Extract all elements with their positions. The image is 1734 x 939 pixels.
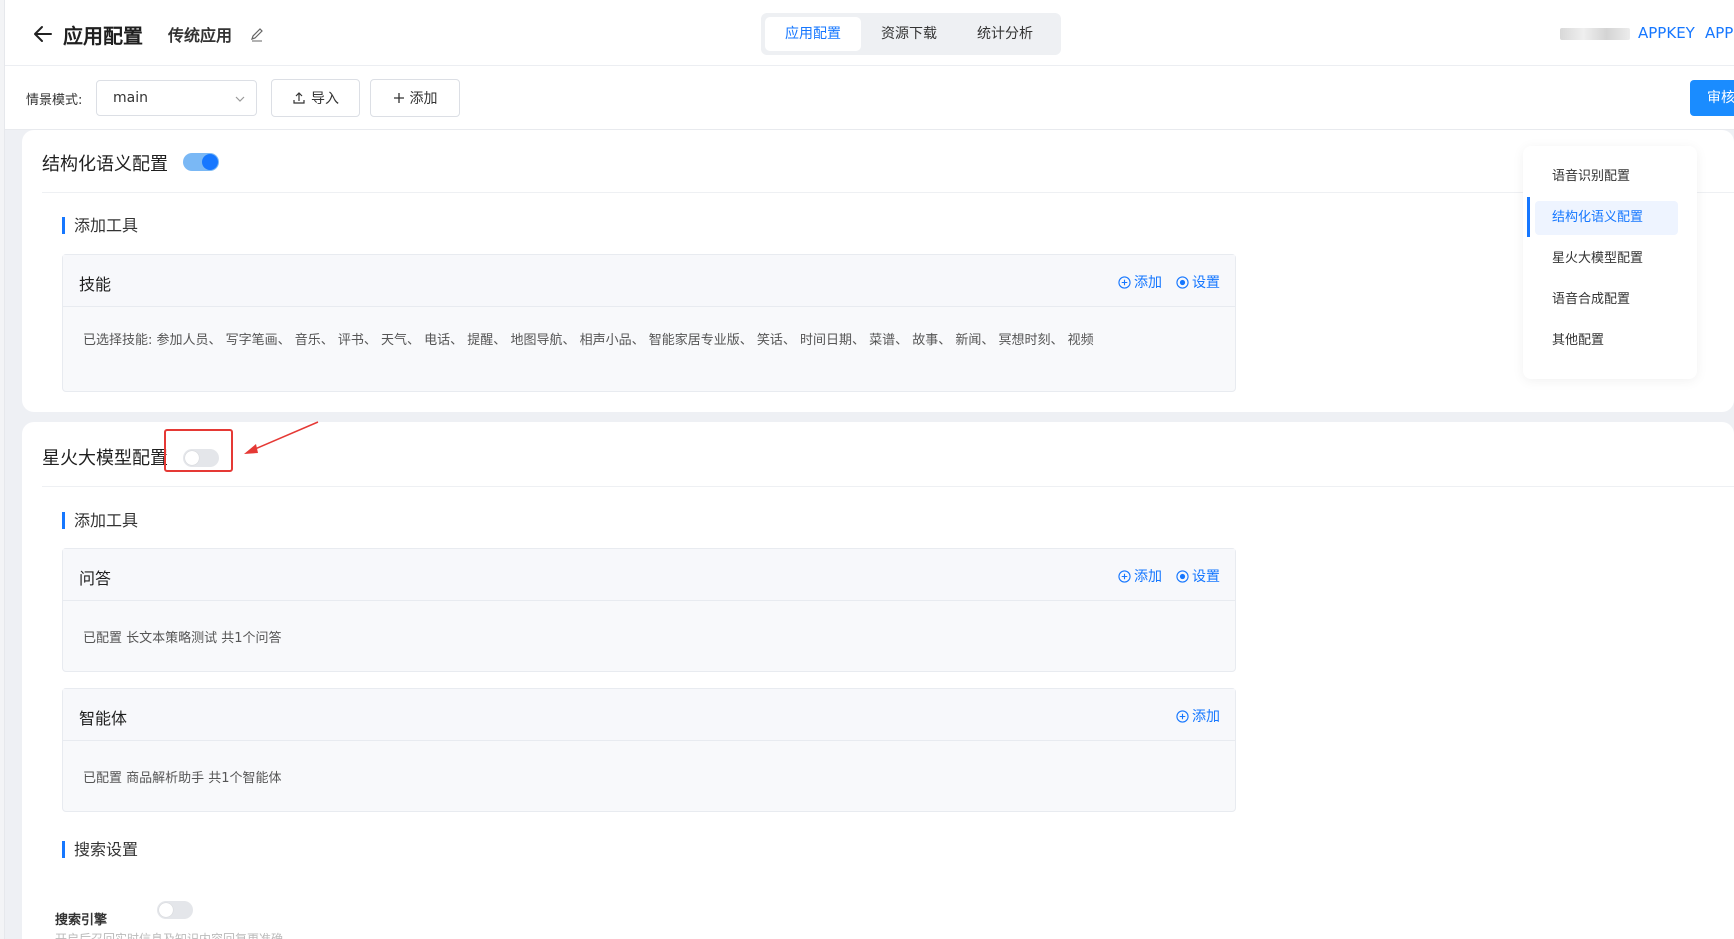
structured-semantics-title: 结构化语义配置 (42, 154, 168, 175)
import-button[interactable]: 导入 (271, 79, 360, 117)
plus-circle-icon (1176, 709, 1189, 723)
divider (42, 486, 1734, 487)
skills-settings-label: 设置 (1192, 275, 1220, 291)
section-nav-active-bar (1527, 197, 1530, 237)
tab-app-config[interactable]: 应用配置 (765, 17, 861, 51)
mode-select[interactable]: main (96, 80, 257, 116)
search-engine-label: 搜索引擎 (55, 913, 108, 928)
app-header: 应用配置 传统应用 应用配置 资源下载 统计分析 APPKEY APPS (5, 0, 1734, 66)
structured-semantics-switch[interactable] (183, 153, 219, 171)
arrow-left-icon[interactable] (31, 22, 55, 46)
skills-panel-actions: 添加 设置 (1118, 272, 1220, 292)
page-title: 应用配置 (63, 24, 143, 48)
tab-resource-download[interactable]: 资源下载 (861, 17, 957, 51)
agent-config-text: 已配置 商品解析助手 共1个智能体 (83, 771, 282, 786)
agent-panel-actions: 添加 (1176, 706, 1220, 726)
qa-settings-label: 设置 (1192, 569, 1220, 585)
search-engine-hint: 开启后召回实时信息及知识内容回复更准确 (55, 932, 284, 939)
skills-add-button[interactable]: 添加 (1118, 272, 1162, 292)
qa-config-text: 已配置 长文本策略测试 共1个问答 (83, 631, 282, 646)
blurred-key-value (1560, 28, 1630, 40)
search-engine-switch[interactable] (157, 901, 193, 919)
section-nav-other[interactable]: 其他配置 (1535, 324, 1678, 358)
skills-panel-header: 技能 添加 设置 (63, 255, 1235, 307)
plus-icon (393, 93, 404, 103)
toolbar: 情景模式: main 导入 添加 审核 (5, 66, 1734, 130)
add-scene-button[interactable]: 添加 (370, 79, 460, 117)
switch-knob (202, 154, 218, 170)
agent-add-button[interactable]: 添加 (1176, 706, 1220, 726)
edit-pen-icon[interactable] (249, 26, 265, 42)
section-nav-spark[interactable]: 星火大模型配置 (1535, 242, 1678, 276)
plus-circle-icon (1118, 569, 1131, 583)
skills-panel: 技能 添加 设置 已选择技能: 参加人员、 写字笔画、 音乐、 评书、 天气、 … (62, 254, 1236, 392)
tab-statistics[interactable]: 统计分析 (957, 17, 1053, 51)
mode-label: 情景模式: (26, 93, 83, 108)
agent-panel: 智能体 添加 已配置 商品解析助手 共1个智能体 (62, 688, 1236, 812)
qa-add-label: 添加 (1134, 569, 1162, 585)
skills-panel-title: 技能 (79, 275, 112, 294)
skills-add-label: 添加 (1134, 275, 1162, 291)
mode-select-value: main (113, 90, 148, 106)
app-name: 传统应用 (168, 26, 233, 45)
spark-model-card: 星火大模型配置 添加工具 问答 添加 设置 已配置 长文本策略测试 共1个问答 … (22, 422, 1734, 939)
import-button-label: 导入 (311, 91, 339, 107)
left-edge-strip (0, 0, 5, 939)
chevron-down-icon (235, 96, 245, 102)
qa-panel-actions: 添加 设置 (1118, 566, 1220, 586)
top-tabs: 应用配置 资源下载 统计分析 (761, 13, 1061, 55)
qa-panel: 问答 添加 设置 已配置 长文本策略测试 共1个问答 (62, 548, 1236, 672)
settings-icon (1176, 275, 1189, 289)
selected-skills-text: 已选择技能: 参加人员、 写字笔画、 音乐、 评书、 天气、 电话、 提醒、 地… (83, 333, 1094, 348)
add-tools-heading: 添加工具 (62, 217, 138, 234)
annotation-arrow-icon (244, 421, 319, 454)
agent-add-label: 添加 (1192, 709, 1220, 725)
section-nav: 语音识别配置 结构化语义配置 星火大模型配置 语音合成配置 其他配置 (1523, 146, 1697, 379)
skills-settings-button[interactable]: 设置 (1176, 272, 1220, 292)
divider (42, 192, 1734, 193)
qa-add-button[interactable]: 添加 (1118, 566, 1162, 586)
spark-model-title: 星火大模型配置 (42, 448, 168, 469)
annotation-highlight-box (164, 429, 233, 472)
agent-panel-title: 智能体 (79, 709, 128, 728)
add-tools-heading: 添加工具 (62, 512, 138, 529)
search-settings-heading: 搜索设置 (62, 841, 138, 858)
section-nav-structured[interactable]: 结构化语义配置 (1535, 201, 1678, 235)
agent-panel-header: 智能体 添加 (63, 689, 1235, 741)
review-button[interactable]: 审核 (1690, 80, 1734, 116)
section-nav-asr[interactable]: 语音识别配置 (1535, 160, 1678, 194)
qa-panel-title: 问答 (79, 569, 112, 588)
apps-link[interactable]: APPS (1705, 24, 1734, 42)
upload-icon (293, 92, 305, 104)
add-button-label: 添加 (409, 91, 438, 107)
plus-circle-icon (1118, 275, 1131, 289)
structured-semantics-card: 结构化语义配置 添加工具 技能 添加 设置 已选择技能: 参加人员、 写字笔画、… (22, 130, 1734, 412)
switch-knob (159, 903, 173, 917)
appkey-link[interactable]: APPKEY (1638, 24, 1695, 42)
section-nav-tts[interactable]: 语音合成配置 (1535, 283, 1678, 317)
settings-icon (1176, 569, 1189, 583)
qa-panel-header: 问答 添加 设置 (63, 549, 1235, 601)
qa-settings-button[interactable]: 设置 (1176, 566, 1220, 586)
